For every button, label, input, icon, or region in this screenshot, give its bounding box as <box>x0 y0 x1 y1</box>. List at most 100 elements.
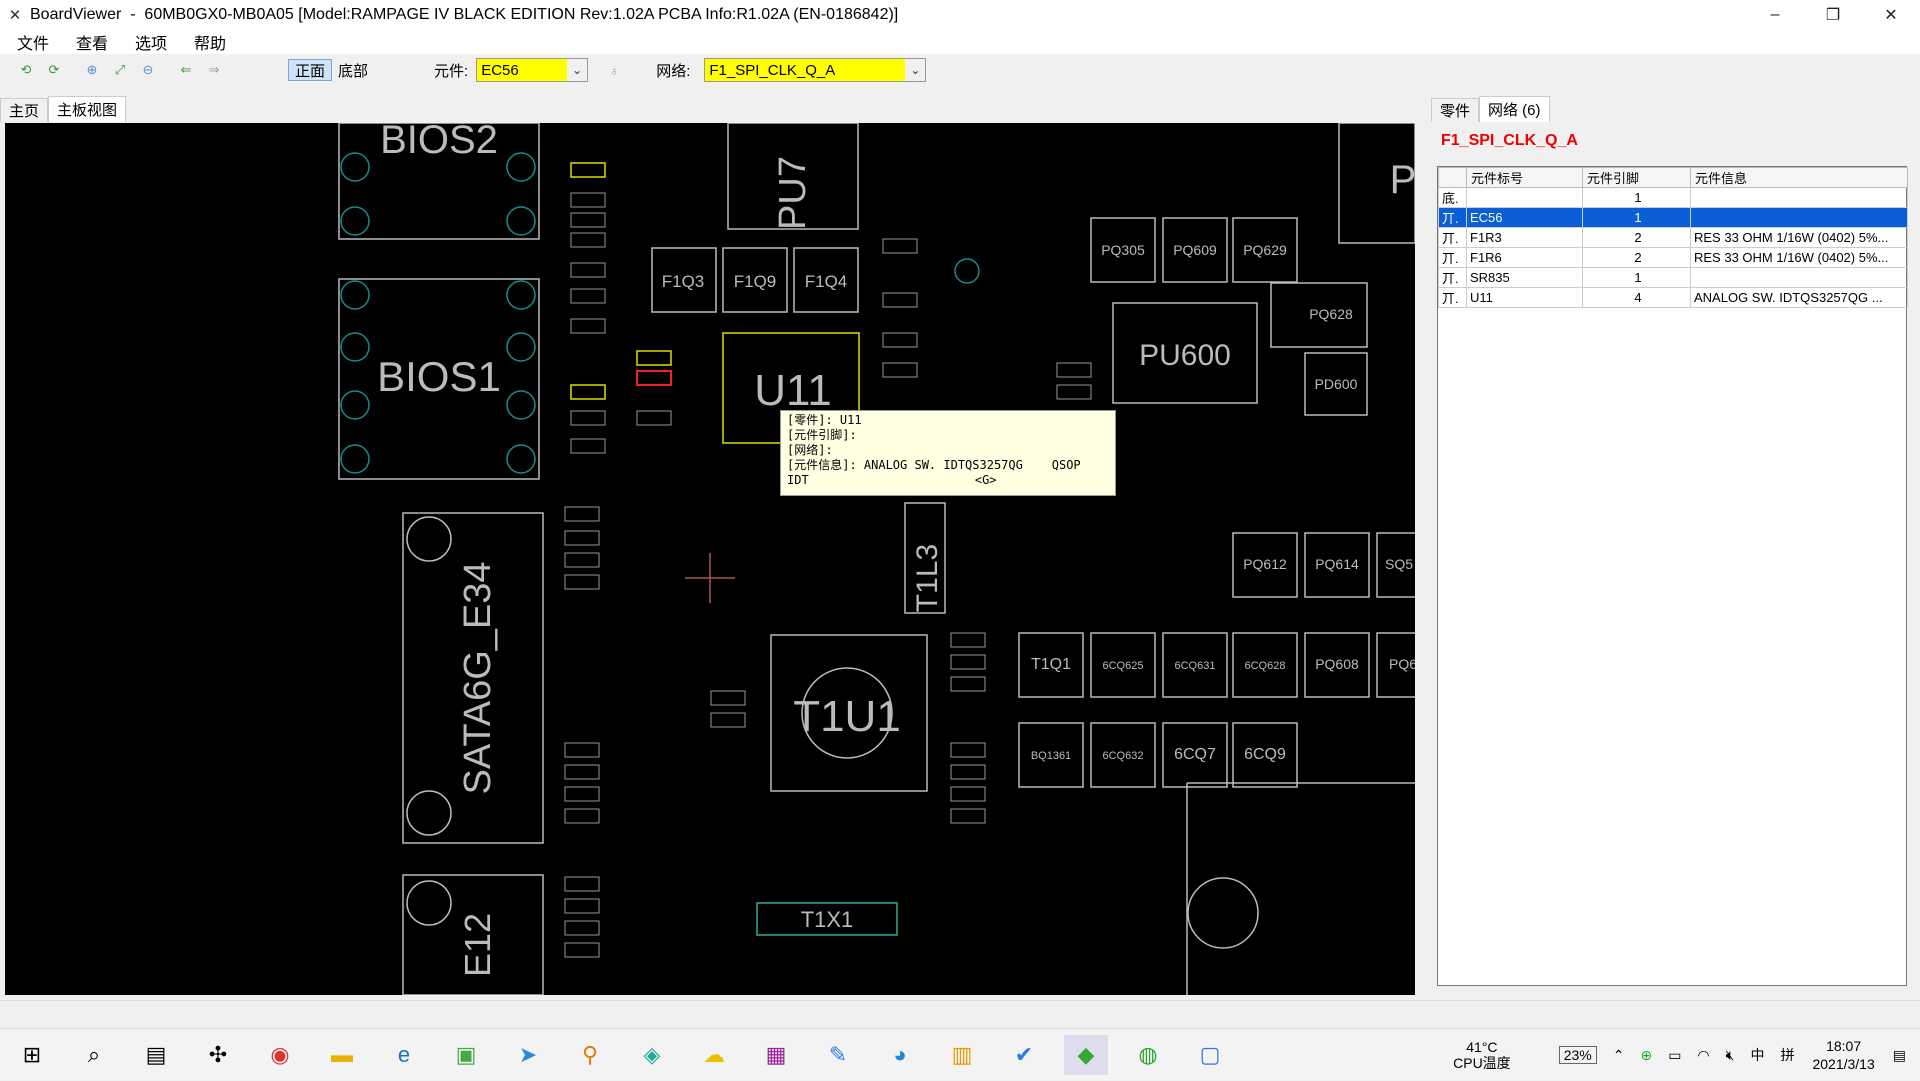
chevron-down-icon[interactable]: ⌄ <box>905 59 926 81</box>
battery-icon[interactable]: ▭ <box>1668 1047 1681 1063</box>
layers-app-icon[interactable]: ◈ <box>630 1035 674 1075</box>
side-top-toggle[interactable]: 正面 <box>288 59 333 81</box>
cell-side: 丌. <box>1438 267 1467 288</box>
tab-parts[interactable]: 零件 <box>1431 98 1480 122</box>
svg-text:6CQ7: 6CQ7 <box>1174 746 1216 763</box>
menu-help[interactable]: 帮助 <box>177 30 236 54</box>
edge-icon[interactable]: e <box>382 1035 426 1075</box>
task-view-icon[interactable]: ▤ <box>134 1035 178 1075</box>
net-pin-table[interactable]: 元件标号 元件引脚 元件信息 底. 1 丌. EC56 1 丌. F1R3 2 … <box>1437 166 1908 986</box>
menu-file[interactable]: 文件 <box>0 30 59 54</box>
window-app-icon[interactable]: ▢ <box>1188 1035 1232 1075</box>
volume-muted-icon[interactable]: 🔇︎ <box>1726 1047 1735 1063</box>
magnifier-app-icon[interactable]: ⚲ <box>568 1035 612 1075</box>
menu-bar: 文件 查看 选项 帮助 <box>0 30 1920 54</box>
cell-info <box>1690 207 1908 228</box>
cell-info: ANALOG SW. IDTQS3257QG ... <box>1690 287 1908 308</box>
chevron-up-icon[interactable]: ⌃ <box>1613 1047 1625 1063</box>
folder-icon[interactable]: ▬ <box>320 1035 364 1075</box>
windows-start-icon[interactable]: ⊞ <box>10 1035 54 1075</box>
svg-text:6CQ9: 6CQ9 <box>1244 746 1286 763</box>
board-canvas[interactable]: BIOS2 BIOS1 SATA6G_E34 E12 PU7 F1Q3 F1Q9… <box>5 123 1415 995</box>
edit-app-icon[interactable]: ✎ <box>816 1035 860 1075</box>
refresh-icon[interactable]: ⟲ <box>14 58 38 82</box>
redo-icon[interactable]: ⟳ <box>42 58 66 82</box>
search-icon[interactable]: ⌕ <box>72 1035 116 1075</box>
part-label: 元件: <box>434 62 469 80</box>
svg-text:BIOS1: BIOS1 <box>377 353 501 400</box>
svg-text:E12: E12 <box>457 913 498 977</box>
cell-side: 丌. <box>1438 227 1467 248</box>
cell-ref: U11 <box>1466 287 1583 308</box>
svg-text:T1X1: T1X1 <box>801 907 854 932</box>
svg-text:PQ609: PQ609 <box>1173 242 1217 258</box>
svg-text:PQ629: PQ629 <box>1243 242 1287 258</box>
cell-ref: F1R6 <box>1466 247 1583 268</box>
part-combobox[interactable]: EC56 ⌄ <box>476 58 589 82</box>
notification-icon[interactable]: ▤ <box>1893 1047 1906 1063</box>
svg-text:U11: U11 <box>754 366 831 415</box>
svg-text:F1Q9: F1Q9 <box>734 272 777 291</box>
menu-options[interactable]: 选项 <box>118 30 177 54</box>
table-row[interactable]: 丌. SR835 1 <box>1438 267 1908 288</box>
rp-app-icon[interactable]: ▦ <box>754 1035 798 1075</box>
battery-indicator[interactable]: 23% <box>1558 1046 1597 1064</box>
cpu-temp[interactable]: 41°C CPU温度 <box>1453 1039 1511 1071</box>
forward-arrow-icon[interactable]: ⇒ <box>202 58 226 82</box>
wifi-icon[interactable]: ◠ <box>1697 1047 1709 1063</box>
cell-side: 丌. <box>1438 287 1467 308</box>
table-row-selected[interactable]: 丌. EC56 1 <box>1438 207 1908 228</box>
side-bottom-toggle[interactable]: 底部 <box>332 59 374 81</box>
cell-pin: 1 <box>1582 187 1691 208</box>
cell-pin: 2 <box>1582 247 1691 268</box>
restore-button[interactable]: ❐ <box>1804 0 1862 30</box>
clock[interactable]: 18:07 2021/3/13 <box>1812 1037 1874 1073</box>
column-header-pin[interactable]: 元件引脚 <box>1582 167 1691 188</box>
paper-plane-icon[interactable]: ➤ <box>506 1035 550 1075</box>
book-app-icon[interactable]: ▥ <box>940 1035 984 1075</box>
column-header-side[interactable] <box>1438 167 1467 188</box>
menu-view[interactable]: 查看 <box>59 30 118 54</box>
cell-ref: EC56 <box>1466 207 1583 228</box>
network-app-icon[interactable]: ⊕ <box>1640 1047 1652 1063</box>
swift-app-icon[interactable]: ✔ <box>1002 1035 1046 1075</box>
svg-text:6CQ631: 6CQ631 <box>1175 660 1216 672</box>
svg-text:PQ305: PQ305 <box>1101 242 1145 258</box>
net-combobox[interactable]: F1_SPI_CLK_Q_A ⌄ <box>704 58 927 82</box>
cell-ref <box>1466 187 1583 208</box>
tab-home[interactable]: 主页 <box>0 98 49 122</box>
chevron-down-icon[interactable]: ⌄ <box>567 59 588 81</box>
svg-text:PQ608: PQ608 <box>1315 656 1359 672</box>
svg-text:PU7: PU7 <box>772 156 814 230</box>
ime-indicator[interactable]: 中 <box>1750 1047 1764 1063</box>
column-header-ref[interactable]: 元件标号 <box>1466 167 1583 188</box>
cell-info: RES 33 OHM 1/16W (0402) 5%... <box>1690 247 1908 268</box>
chrome-icon[interactable]: ◉ <box>258 1035 302 1075</box>
cloud-app-icon[interactable]: ☁ <box>692 1035 736 1075</box>
pinwheel-app-icon[interactable]: ✣ <box>196 1035 240 1075</box>
back-arrow-icon[interactable]: ⇐ <box>174 58 198 82</box>
table-row[interactable]: 丌. F1R3 2 RES 33 OHM 1/16W (0402) 5%... <box>1438 227 1908 248</box>
boardviewer-app-icon[interactable]: ◆ <box>1064 1034 1108 1075</box>
fit-icon[interactable]: ⤢ <box>108 58 132 82</box>
part-tooltip: [零件]: U11 [元件引脚]: [网络]: [元件信息]: ANALOG S… <box>780 410 1116 496</box>
svg-text:BIOS2: BIOS2 <box>380 123 498 162</box>
messenger-app-icon[interactable]: ◕ <box>878 1035 922 1075</box>
lamp-icon[interactable]: ♁ <box>602 58 626 82</box>
close-button[interactable]: ✕ <box>1862 0 1920 30</box>
zoom-out-icon[interactable]: ⊖ <box>136 58 160 82</box>
zoom-in-icon[interactable]: ⊕ <box>80 58 104 82</box>
table-row[interactable]: 底. 1 <box>1438 187 1908 208</box>
net-value: F1_SPI_CLK_Q_A <box>709 61 836 79</box>
table-row[interactable]: 丌. F1R6 2 RES 33 OHM 1/16W (0402) 5%... <box>1438 247 1908 268</box>
minimize-button[interactable]: – <box>1746 0 1804 30</box>
tab-board-view[interactable]: 主板视图 <box>48 96 127 122</box>
cell-side: 底. <box>1438 187 1467 208</box>
wechat-icon[interactable]: ◍ <box>1126 1035 1170 1075</box>
column-header-info[interactable]: 元件信息 <box>1690 167 1908 188</box>
table-row[interactable]: 丌. U11 4 ANALOG SW. IDTQS3257QG ... <box>1438 287 1908 308</box>
ime-mode[interactable]: 拼 <box>1780 1047 1794 1063</box>
tab-nets[interactable]: 网络 (6) <box>1479 96 1550 122</box>
toolbar: ⟲ ⟳ ⊕ ⤢ ⊖ ⇐ ⇒ 正面 底部 元件: EC56 ⌄ ♁ 网络: F1_… <box>0 54 1920 86</box>
image-app-icon[interactable]: ▣ <box>444 1035 488 1075</box>
